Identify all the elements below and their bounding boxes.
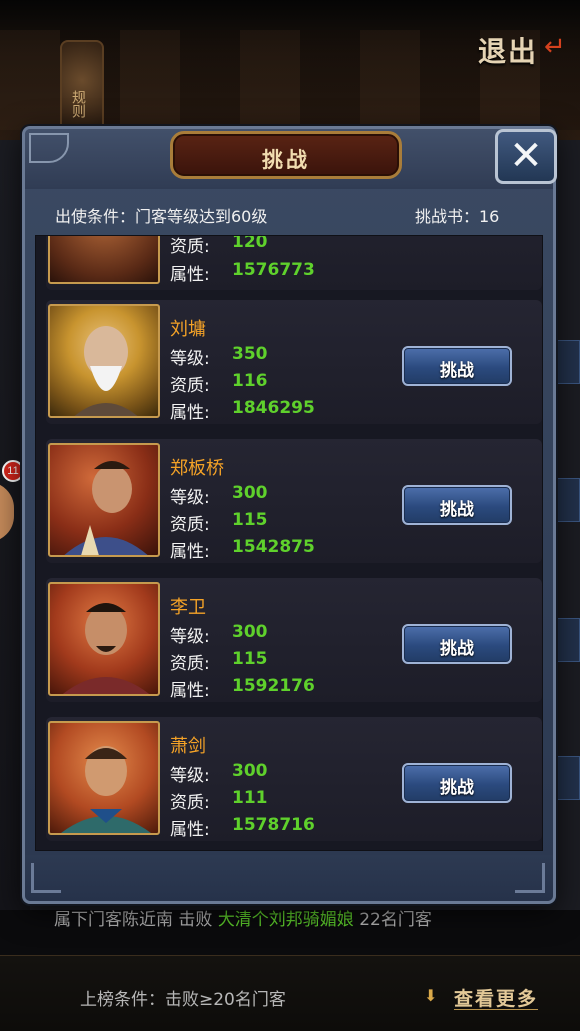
level-label: 等级: <box>170 766 210 786</box>
level-value: 300 <box>232 483 268 503</box>
aptitude-label: 资质: <box>170 376 210 396</box>
challenge-dialog: 挑战 ✕ 出使条件：门客等级达到60级 挑战书：16 资质: 120 属性: 1… <box>22 126 557 904</box>
challenge-button[interactable]: 挑战 <box>402 346 512 386</box>
rules-lantern[interactable]: 规则 <box>60 40 104 140</box>
challenge-button-label: 挑战 <box>440 500 474 520</box>
close-icon: ✕ <box>509 133 543 179</box>
elder-portrait-icon <box>74 326 138 416</box>
view-more-button[interactable]: 查看更多 <box>424 984 538 1011</box>
corner-ornament <box>29 133 69 163</box>
aptitude-value: 116 <box>232 371 268 391</box>
opponent-name: 萧剑 <box>170 736 206 757</box>
opponent-portrait <box>48 721 160 835</box>
power-label: 属性: <box>170 681 210 701</box>
defeat-suffix: 22名门客 <box>353 910 432 930</box>
power-label: 属性: <box>170 403 210 423</box>
title-plate: 挑战 <box>170 131 402 179</box>
level-value: 300 <box>232 622 268 642</box>
challenge-books-count: 挑战书：16 <box>415 207 500 226</box>
challenge-button[interactable]: 挑战 <box>402 763 512 803</box>
aptitude-label: 资质: <box>170 515 210 535</box>
opponent-portrait <box>48 304 160 418</box>
exit-arrow-icon: ↵ <box>544 32 566 62</box>
power-value: 1592176 <box>232 676 315 696</box>
power-label: 属性: <box>170 265 210 285</box>
background-button-stub <box>552 618 580 662</box>
challenge-button-label: 挑战 <box>440 361 474 381</box>
exit-button[interactable]: 退出 <box>478 30 538 70</box>
fret-ornament <box>31 863 61 893</box>
mission-condition: 出使条件：门客等级达到60级 <box>55 207 268 226</box>
swordsman-portrait-icon <box>61 746 151 833</box>
opponent-card: 郑板桥 等级: 300 资质: 115 属性: 1542875 挑战 <box>46 439 542 563</box>
opponent-portrait <box>48 582 160 696</box>
close-button[interactable]: ✕ <box>495 129 557 184</box>
challenge-button[interactable]: 挑战 <box>402 624 512 664</box>
dialog-footer <box>25 855 553 901</box>
dialog-header: 挑战 ✕ <box>25 129 557 189</box>
level-label: 等级: <box>170 488 210 508</box>
background-button-stub <box>552 340 580 384</box>
rules-lantern-label: 规则 <box>70 90 86 118</box>
level-label: 等级: <box>170 627 210 647</box>
challenge-button[interactable]: 挑战 <box>402 485 512 525</box>
opponent-name: 刘墉 <box>170 319 206 340</box>
opponent-card: 刘墉 等级: 350 资质: 116 属性: 1846295 挑战 <box>46 300 542 424</box>
aptitude-label: 资质: <box>170 793 210 813</box>
background-button-stub <box>552 478 580 522</box>
power-label: 属性: <box>170 820 210 840</box>
challenge-button-label: 挑战 <box>440 639 474 659</box>
challenge-button-label: 挑战 <box>440 778 474 798</box>
opponent-list[interactable]: 资质: 120 属性: 1576773 刘墉 等级: 350 资质: 116 属… <box>35 235 543 851</box>
defeat-enemy-name: 大清个刘邦骑媚娘 <box>217 910 354 930</box>
aptitude-value: 115 <box>232 649 268 669</box>
power-value: 1576773 <box>232 260 315 280</box>
official-portrait-icon <box>63 603 149 694</box>
opponent-name: 李卫 <box>170 597 206 618</box>
power-value: 1578716 <box>232 815 315 835</box>
aptitude-label: 资质: <box>170 237 210 257</box>
aptitude-value: 111 <box>232 788 268 808</box>
dialog-title: 挑战 <box>262 147 310 172</box>
opponent-card-partial: 资质: 120 属性: 1576773 <box>46 235 542 290</box>
power-value: 1542875 <box>232 537 315 557</box>
background-button-stub <box>552 756 580 800</box>
scholar-portrait-icon <box>64 461 148 555</box>
opponent-card: 李卫 等级: 300 资质: 115 属性: 1592176 挑战 <box>46 578 542 702</box>
rank-condition: 上榜条件：击败≥20名门客 <box>80 990 286 1010</box>
opponent-portrait <box>48 443 160 557</box>
opponent-portrait <box>48 236 160 284</box>
power-label: 属性: <box>170 542 210 562</box>
aptitude-value: 120 <box>232 235 268 252</box>
defeat-prefix: 属下门客陈近南 击败 <box>54 910 218 930</box>
level-label: 等级: <box>170 349 210 369</box>
power-value: 1846295 <box>232 398 315 418</box>
fret-ornament <box>515 863 545 893</box>
notification-badge: 11 <box>2 460 24 482</box>
view-more-label: 查看更多 <box>454 988 539 1010</box>
defeat-announcement: 属下门客陈近南 击败 大清个刘邦骑媚娘 22名门客 <box>54 905 432 930</box>
level-value: 300 <box>232 761 268 781</box>
opponent-card: 萧剑 等级: 300 资质: 111 属性: 1578716 挑战 <box>46 717 542 841</box>
level-value: 350 <box>232 344 268 364</box>
aptitude-label: 资质: <box>170 654 210 674</box>
aptitude-value: 115 <box>232 510 268 530</box>
opponent-name: 郑板桥 <box>170 458 224 479</box>
